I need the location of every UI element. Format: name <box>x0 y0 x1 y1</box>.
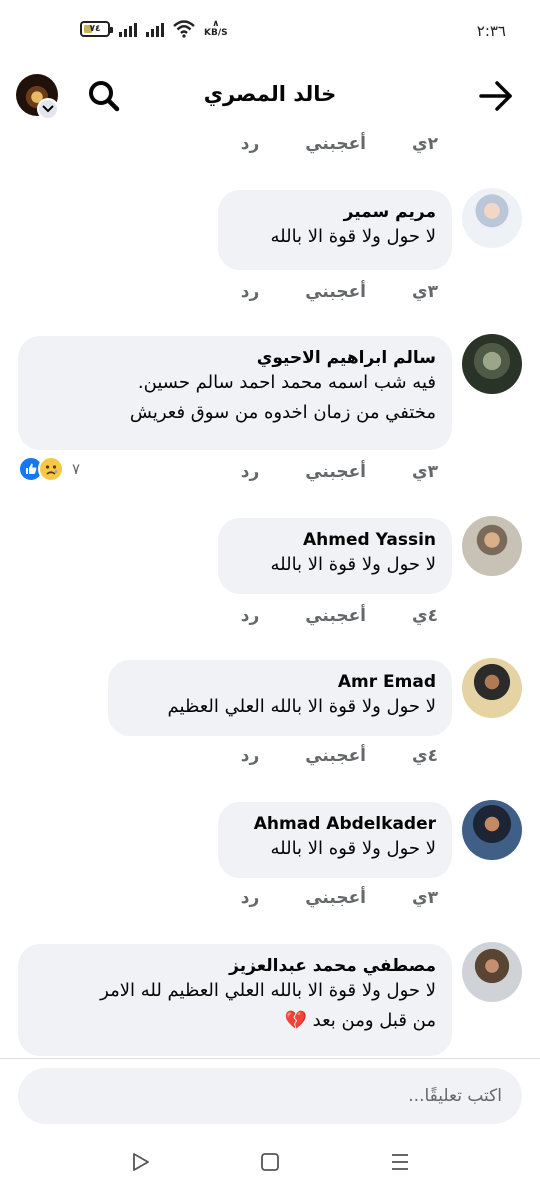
reaction-count: ٧ <box>72 460 81 478</box>
comment-time: ٤ي <box>412 606 438 626</box>
like-button[interactable]: أعجبني <box>305 746 366 766</box>
comment-text: لا حول ولا قوه الا بالله <box>270 838 436 859</box>
divider <box>0 1058 540 1059</box>
page-title: خالد المصري <box>203 82 337 106</box>
back-arrow-icon[interactable] <box>476 76 516 116</box>
comment-time: ٣ي <box>412 462 438 482</box>
comment-author[interactable]: مصطفي محمد عبدالعزيز <box>34 956 436 976</box>
network-speed-unit: KB/S <box>204 28 228 38</box>
comment-author[interactable]: Ahmed Yassin <box>234 530 436 550</box>
comment-actions: ٣ي أعجبني رد <box>241 462 438 482</box>
avatar[interactable] <box>462 188 522 248</box>
comment-text: لا حول ولا قوة الا بالله العلي العظيم لل… <box>100 980 436 1001</box>
status-icons: ٧٤ ∧ KB/S <box>80 20 228 38</box>
status-bar: ٧٤ ∧ KB/S ٢:٣٦ <box>0 0 540 64</box>
avatar[interactable] <box>462 516 522 576</box>
reply-button[interactable]: رد <box>241 462 260 482</box>
reply-button[interactable]: رد <box>241 888 260 908</box>
comment-bubble: Ahmed Yassin لا حول ولا قوة الا بالله <box>218 518 452 594</box>
comment-text: من قبل ومن بعد 💔 <box>284 1010 437 1031</box>
signal-icon-2 <box>146 21 164 37</box>
like-button[interactable]: أعجبني <box>305 282 366 302</box>
comment-bubble: مريم سمير لا حول ولا قوة الا بالله <box>218 190 452 270</box>
back-triangle-icon[interactable] <box>120 1142 160 1182</box>
comment-text: لا حول ولا قوة الا بالله <box>270 226 436 247</box>
sad-reaction-icon <box>38 456 64 482</box>
like-button[interactable]: أعجبني <box>305 888 366 908</box>
comment-time: ٣ي <box>412 888 438 908</box>
reply-button[interactable]: رد <box>241 282 260 302</box>
comment-text: لا حول ولا قوة الا بالله العلي العظيم <box>167 696 436 717</box>
comment-text: لا حول ولا قوة الا بالله <box>270 554 436 575</box>
reply-button[interactable]: رد <box>241 606 260 626</box>
avatar[interactable] <box>462 800 522 860</box>
comment-bubble: مصطفي محمد عبدالعزيز لا حول ولا قوة الا … <box>18 944 452 1056</box>
comment-actions: ٣ي أعجبني رد <box>241 282 438 302</box>
comment-actions: ٢ي أعجبني رد <box>241 134 438 154</box>
avatar[interactable] <box>462 334 522 394</box>
comment-bubble: Ahmad Abdelkader لا حول ولا قوه الا بالل… <box>218 802 452 878</box>
reply-button[interactable]: رد <box>241 134 260 154</box>
comment-time: ٤ي <box>412 746 438 766</box>
wifi-icon <box>173 20 195 38</box>
signal-icon <box>119 21 137 37</box>
like-button[interactable]: أعجبني <box>305 606 366 626</box>
comment-text: مختفي من زمان اخدوه من سوق فعريش <box>129 402 436 423</box>
network-speed: ∧ KB/S <box>204 20 228 38</box>
header: خالد المصري <box>0 64 540 128</box>
reactions[interactable]: ٧ <box>18 456 80 482</box>
battery-level: ٧٤ <box>89 24 101 34</box>
comment-author[interactable]: Amr Emad <box>124 672 436 692</box>
battery-icon: ٧٤ <box>80 21 113 37</box>
comment-time: ٣ي <box>412 282 438 302</box>
comment-input[interactable] <box>18 1068 522 1124</box>
comment-actions: ٤ي أعجبني رد <box>241 606 438 626</box>
comment-bubble: Amr Emad لا حول ولا قوة الا بالله العلي … <box>108 660 452 736</box>
comment-bubble: سالم ابراهيم الاحيوي فيه شب اسمه محمد اح… <box>18 336 452 450</box>
menu-lines-icon[interactable] <box>380 1142 420 1182</box>
avatar[interactable] <box>462 942 522 1002</box>
home-square-icon[interactable] <box>250 1142 290 1182</box>
avatar[interactable] <box>462 658 522 718</box>
comment-author[interactable]: Ahmad Abdelkader <box>234 814 436 834</box>
status-time: ٢:٣٦ <box>476 22 506 40</box>
comment-actions: ٤ي أعجبني رد <box>241 746 438 766</box>
comment-time: ٢ي <box>412 134 438 154</box>
reply-button[interactable]: رد <box>241 746 260 766</box>
like-button[interactable]: أعجبني <box>305 134 366 154</box>
comment-author[interactable]: سالم ابراهيم الاحيوي <box>34 348 436 368</box>
system-nav-bar <box>0 1124 540 1200</box>
comment-text: فيه شب اسمه محمد احمد سالم حسين. <box>137 372 436 393</box>
like-button[interactable]: أعجبني <box>305 462 366 482</box>
comment-actions: ٣ي أعجبني رد <box>241 888 438 908</box>
comment-author[interactable]: مريم سمير <box>234 202 436 222</box>
